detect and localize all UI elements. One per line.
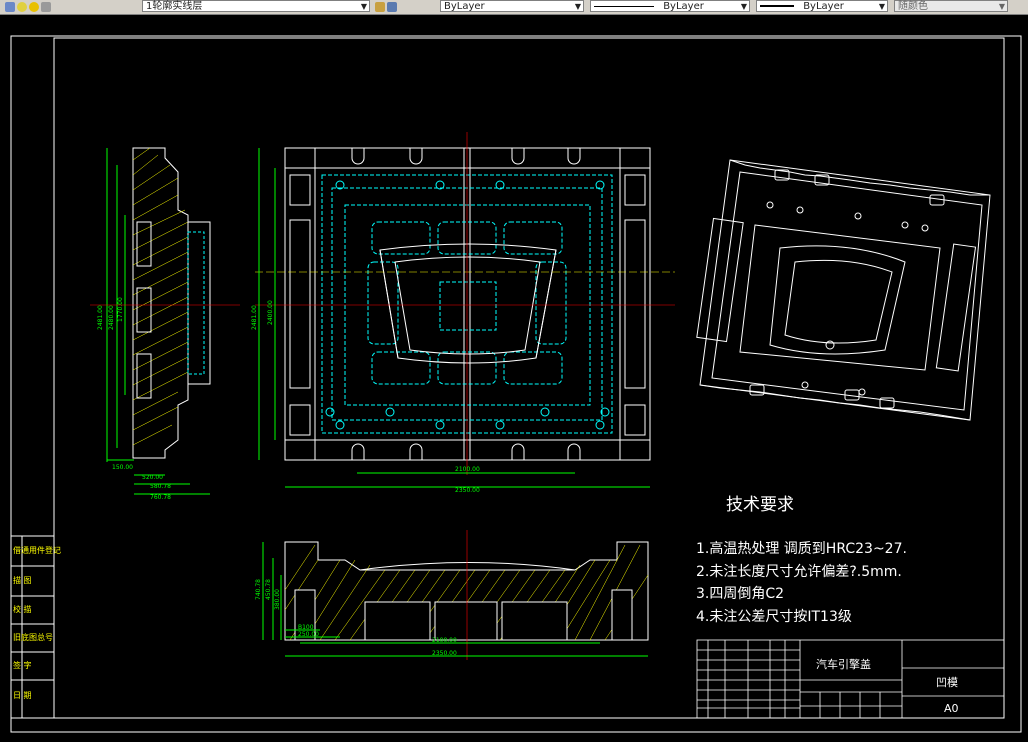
plotstyle-combo[interactable]: 随颜色 ▼ [894, 0, 1008, 12]
layers-icon[interactable] [5, 1, 15, 12]
dim-label: 580.78 [150, 483, 171, 490]
chevron-down-icon[interactable]: ▼ [741, 1, 747, 13]
tech-title: 技术要求 [726, 495, 794, 515]
dim-label: 450.78 [265, 579, 272, 600]
part-type: 凹模 [936, 676, 958, 689]
dim-label: 2481.00 [251, 305, 258, 330]
side-label: 旧底图总号 [13, 632, 53, 642]
dim-label: 740.78 [255, 579, 262, 600]
side-label: 签 字 [13, 660, 32, 670]
plotstyle-value: 随颜色 [898, 1, 928, 12]
dim-label: B100 [298, 624, 314, 631]
color-value: ByLayer [444, 1, 485, 12]
linetype-value: ByLayer [663, 1, 704, 12]
make-current-layer-icon[interactable] [375, 1, 385, 12]
layer-name: 1轮廓实线层 [146, 1, 203, 12]
side-label: 校 描 [13, 604, 32, 614]
layer-tools[interactable] [374, 0, 398, 13]
lightbulb-icon[interactable] [17, 1, 27, 12]
drawing-canvas[interactable]: 借通用件登记 描 图 校 描 旧底图总号 签 字 日 期 2481.00 248… [0, 14, 1028, 742]
dim-label: 250.00 [298, 631, 319, 638]
layer-combo[interactable]: 1轮廓实线层 ▼ [142, 0, 370, 12]
part-name: 汽车引擎盖 [816, 657, 871, 671]
dim-label: 1770.00 [117, 297, 124, 322]
color-combo[interactable]: ByLayer ▼ [440, 0, 584, 12]
tech-note: 4.未注公差尺寸按IT13级 [696, 609, 852, 625]
technical-requirements: 技术要求 1.高温热处理 调质到HRC23~27. 2.未注长度尺寸允许偏差?.… [696, 495, 907, 625]
chevron-down-icon[interactable]: ▼ [999, 1, 1005, 13]
layer-toolbar-icons[interactable] [4, 0, 52, 13]
tech-note: 1.高温热处理 调质到HRC23~27. [696, 540, 907, 557]
lineweight-combo[interactable]: ByLayer ▼ [756, 0, 888, 12]
dim-label: 2480.00 [108, 305, 115, 330]
dim-label: 520.00 [142, 474, 163, 481]
lock-icon[interactable] [41, 1, 51, 12]
dim-label: 2350.00 [455, 487, 480, 494]
lineweight-value: ByLayer [803, 1, 844, 12]
sheet-size: A0 [944, 702, 959, 715]
sun-icon[interactable] [29, 1, 39, 12]
front-section-view: 740.78 450.78 380.00 B100 250.00 2100.00… [255, 530, 649, 660]
dim-label: 2350.00 [432, 650, 457, 657]
side-label-strip: 借通用件登记 描 图 校 描 旧底图总号 签 字 日 期 [10, 535, 61, 719]
dim-label: 760.78 [150, 494, 171, 501]
chevron-down-icon[interactable]: ▼ [879, 1, 885, 13]
side-label: 描 图 [13, 575, 32, 585]
tech-note: 2.未注长度尺寸允许偏差?.5mm. [696, 564, 902, 580]
linetype-combo[interactable]: ByLayer ▼ [590, 0, 750, 12]
properties-toolbar: 1轮廓实线层 ▼ ByLayer ▼ ByLayer ▼ ByLayer ▼ 随… [0, 0, 1028, 15]
linetype-sample [594, 5, 654, 7]
dim-label: 2100.00 [432, 637, 457, 644]
dim-label: 2100.00 [455, 466, 480, 473]
dim-label: 380.00 [274, 589, 281, 610]
plan-view: 2481.00 2400.00 2100.00 2350.00 [251, 132, 675, 494]
side-label: 日 期 [13, 691, 32, 700]
lineweight-sample [760, 5, 794, 7]
left-side-view: 2481.00 2480.00 1770.00 150.00 520.00 58… [90, 147, 240, 501]
chevron-down-icon[interactable]: ▼ [575, 1, 581, 13]
side-label: 借通用件登记 [13, 545, 61, 555]
layer-previous-icon[interactable] [387, 1, 397, 12]
dim-label: 150.00 [112, 464, 133, 471]
dim-label: 2400.00 [267, 300, 274, 325]
isometric-view [696, 159, 991, 421]
chevron-down-icon[interactable]: ▼ [361, 1, 367, 13]
tech-note: 3.四周倒角C2 [696, 586, 784, 602]
dim-label: 2481.00 [97, 305, 104, 330]
